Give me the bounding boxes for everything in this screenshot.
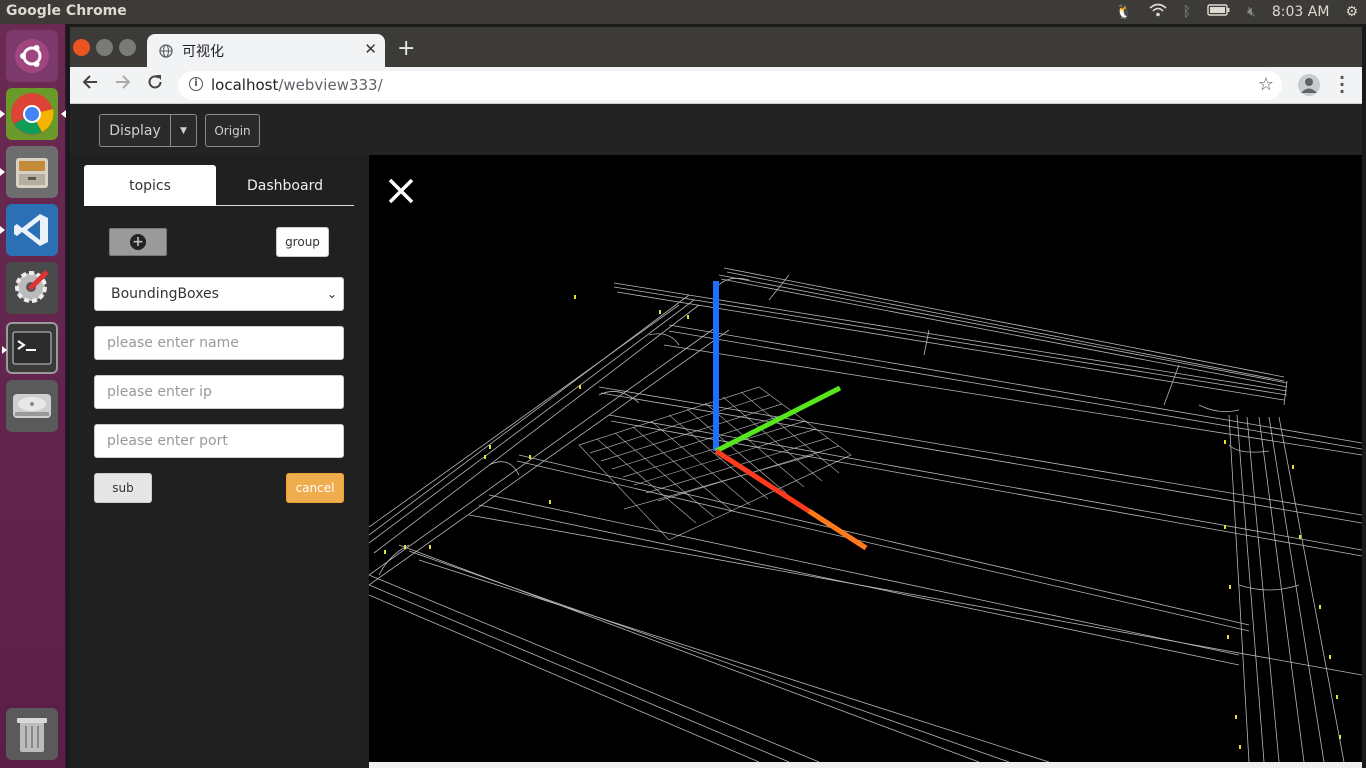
files-icon[interactable] [0,146,58,198]
settings-gear-icon[interactable]: ⚙ [1345,4,1358,20]
tab-topics[interactable]: topics [84,165,216,206]
browser-toolbar: i localhost/webview333/ ☆ · · · [70,67,1362,104]
unity-launcher [0,24,66,768]
vscode-icon[interactable] [0,204,58,256]
bookmark-star-icon[interactable]: ☆ [1258,74,1274,95]
tab-close-icon[interactable]: ✕ [364,40,377,58]
chrome-window: 可视化 ✕ + i localhost/webview333/ ☆ · · · Di… [70,27,1362,768]
ubuntu-dash-icon[interactable] [6,30,58,82]
tab-title: 可视化 [182,44,224,60]
tab-strip: 可视化 ✕ + [70,27,1362,67]
trash-icon[interactable] [6,708,58,760]
clock[interactable]: 8:03 AM [1272,4,1330,20]
system-top-panel: Google Chrome 🐧 ᛒ 🔇︎ 8:03 AM ⚙ [0,0,1366,24]
bluetooth-icon[interactable]: ᛒ [1183,4,1191,20]
port-input[interactable] [94,424,344,458]
name-input[interactable] [94,326,344,360]
back-icon[interactable] [82,74,98,95]
address-bar[interactable]: i localhost/webview333/ ☆ [178,71,1282,100]
volume-mute-icon[interactable]: 🔇︎ [1247,4,1256,20]
running-indicator-icon [2,346,7,354]
chrome-menu-icon[interactable]: · · · [1338,70,1346,100]
window-minimize-button[interactable] [96,39,113,56]
wifi-icon[interactable] [1149,3,1167,21]
chevron-down-icon: ⌄ [326,287,337,301]
profile-avatar-icon[interactable] [1298,74,1320,96]
active-indicator-icon [61,110,66,118]
running-indicator-icon [0,226,5,234]
horizontal-scrollbar[interactable] [369,762,1362,768]
battery-icon[interactable] [1207,4,1231,20]
web-page: Display ▼ Origin topics Dashboard + grou… [70,105,1362,768]
system-tray: 🐧 ᛒ 🔇︎ 8:03 AM ⚙ [1107,0,1366,24]
topic-type-select[interactable]: BoundingBoxes ⌄ [94,277,344,311]
penguin-icon[interactable]: 🐧 [1115,4,1132,20]
terminal-icon[interactable] [2,322,58,374]
sub-button[interactable]: sub [94,473,152,503]
url-text[interactable]: localhost/webview333/ [211,76,383,94]
display-button[interactable]: Display [99,114,171,147]
window-maximize-button[interactable] [119,39,136,56]
tab-dashboard[interactable]: Dashboard [216,165,354,206]
topic-type-value: BoundingBoxes [111,286,219,302]
browser-tab[interactable]: 可视化 ✕ [147,34,385,67]
origin-button[interactable]: Origin [205,114,260,147]
reload-icon[interactable] [147,74,163,95]
chrome-icon[interactable] [0,88,66,140]
topics-side-panel: topics Dashboard + group BoundingBoxes ⌄… [70,155,369,768]
group-button[interactable]: group [276,227,329,257]
window-close-button[interactable] [73,39,90,56]
forward-icon[interactable] [115,74,131,95]
caret-down-icon: ▼ [180,125,187,136]
globe-icon [159,43,173,62]
panel-tabs: topics Dashboard [84,165,354,206]
y-axis [714,385,842,454]
app-top-bar: Display ▼ Origin [70,105,1362,155]
close-icon[interactable] [386,176,416,206]
add-topic-button[interactable]: + [109,228,167,256]
ip-input[interactable] [94,375,344,409]
running-indicator-icon [0,110,5,118]
disk-icon[interactable] [6,380,58,432]
point-cloud-map [369,267,1362,762]
cancel-button[interactable]: cancel [286,473,344,503]
plus-circle-icon: + [130,234,146,250]
display-dropdown-toggle[interactable]: ▼ [170,114,197,147]
site-info-icon[interactable]: i [189,77,203,91]
3d-viewport[interactable] [369,155,1362,762]
active-app-name: Google Chrome [6,3,127,19]
running-indicator-icon [0,168,5,176]
settings-tools-icon[interactable] [6,262,58,314]
new-tab-button[interactable]: + [397,36,415,61]
